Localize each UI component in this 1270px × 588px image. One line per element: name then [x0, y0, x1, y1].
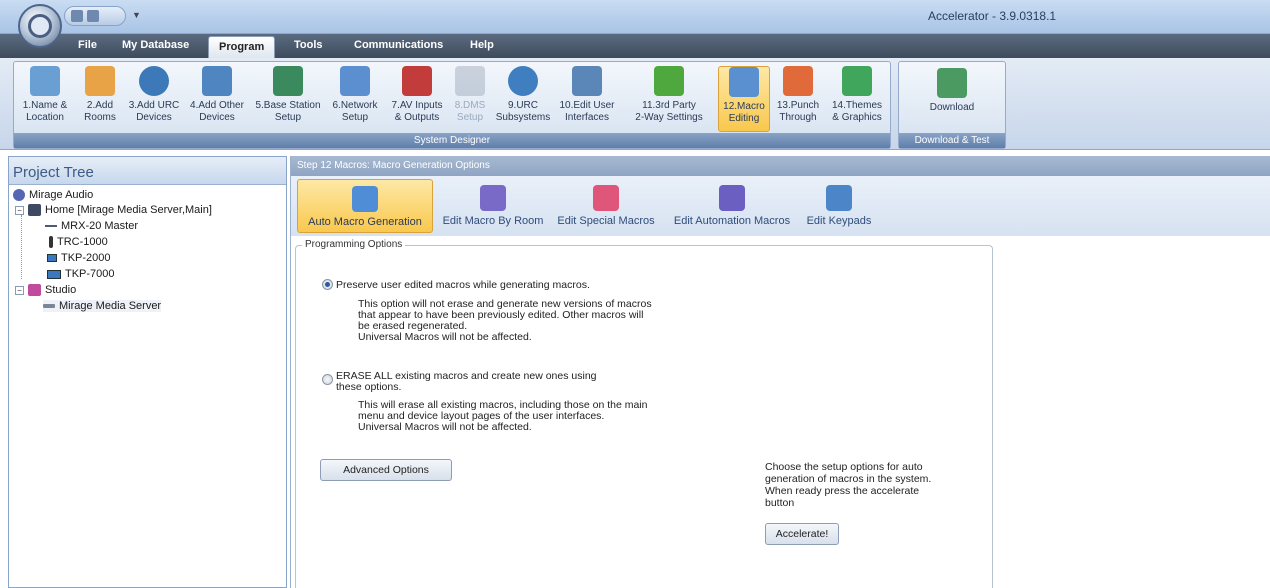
add-other-devices-button[interactable]: 4.Add Other Devices — [182, 66, 252, 132]
erase-all-label-line2[interactable]: these options. — [336, 382, 401, 393]
quick-access-toolbar[interactable] — [64, 6, 126, 26]
tab-tools[interactable]: Tools — [294, 39, 323, 51]
collapse-icon[interactable]: − — [15, 285, 24, 295]
tree-item-mirage-media-server[interactable]: Mirage Media Server — [43, 300, 162, 312]
room-icon — [28, 284, 41, 296]
project-tree-title: Project Tree — [9, 157, 286, 185]
tab-communications[interactable]: Communications — [354, 39, 443, 51]
tab-edit-automation-macros[interactable]: Edit Automation Macros — [663, 179, 801, 233]
urc-subsystems-button[interactable]: 9.URC Subsystems — [492, 66, 554, 132]
preserve-macros-radio[interactable] — [322, 279, 333, 290]
undo-icon[interactable] — [87, 10, 99, 22]
tree-item-mirage-audio[interactable]: Mirage Audio — [13, 189, 93, 201]
advanced-options-button[interactable]: Advanced Options — [320, 459, 452, 481]
ribbon: 1.Name & Location 2.Add Rooms 3.Add URC Dev… — [0, 58, 1270, 150]
save-icon[interactable] — [71, 10, 83, 22]
edit-user-interfaces-button[interactable]: 10.Edit User Interfaces — [554, 66, 620, 132]
accelerate-button[interactable]: Accelerate! — [765, 523, 839, 545]
erase-desc-line3: Universal Macros will not be affected. — [358, 421, 532, 433]
tab-file[interactable]: File — [78, 39, 97, 51]
add-rooms-button[interactable]: 2.Add Rooms — [74, 66, 126, 132]
collapse-icon[interactable]: − — [15, 205, 24, 215]
programming-options-group: Programming Options Preserve user edited… — [295, 239, 993, 588]
help-text-line1: Choose the setup options for auto — [765, 461, 923, 473]
tree-item-home[interactable]: − Home [Mirage Media Server,Main] — [15, 204, 212, 216]
add-urc-devices-button[interactable]: 3.Add URC Devices — [126, 66, 182, 132]
controller-icon — [45, 225, 57, 227]
app-logo-icon — [28, 14, 52, 38]
tab-my-database[interactable]: My Database — [122, 39, 189, 51]
download-test-group: Download Download & Test — [898, 61, 1006, 149]
punch-through-button[interactable]: 13.Punch Through — [770, 66, 826, 132]
touchpanel-icon — [47, 254, 57, 262]
programming-options-legend: Programming Options — [302, 239, 406, 250]
av-inputs-outputs-button[interactable]: 7.AV Inputs & Outputs — [386, 66, 448, 132]
themes-icon — [842, 66, 872, 96]
themes-graphics-button[interactable]: 14.Themes & Graphics — [826, 66, 888, 132]
chevron-down-icon[interactable]: ▼ — [132, 10, 141, 20]
keypad-icon — [826, 185, 852, 211]
name-location-icon — [30, 66, 60, 96]
user-interface-icon — [572, 66, 602, 96]
erase-all-radio[interactable] — [322, 374, 333, 385]
tab-program[interactable]: Program — [208, 36, 276, 58]
download-button[interactable]: Download — [913, 68, 991, 134]
room-icon — [28, 204, 41, 216]
preserve-macros-label[interactable]: Preserve user edited macros while genera… — [336, 280, 590, 291]
special-macros-icon — [593, 185, 619, 211]
tab-auto-macro-generation[interactable]: Auto Macro Generation — [297, 179, 433, 233]
third-party-settings-button[interactable]: 11.3rd Party 2-Way Settings — [620, 66, 718, 132]
tab-edit-macro-by-room[interactable]: Edit Macro By Room — [437, 179, 549, 233]
macro-editing-button[interactable]: 12.Macro Editing — [718, 66, 770, 132]
menu-tabs: File My Database Program Tools Communica… — [0, 34, 1270, 58]
download-test-label: Download & Test — [899, 133, 1005, 148]
download-icon — [937, 68, 967, 98]
macro-editing-icon — [729, 67, 759, 97]
tree-line — [21, 215, 22, 279]
av-cables-icon — [402, 66, 432, 96]
room-macro-icon — [480, 185, 506, 211]
tree-item-studio[interactable]: − Studio — [15, 284, 76, 296]
dms-setup-button[interactable]: 8.DMS Setup — [448, 66, 492, 132]
help-text-line3: When ready press the accelerate — [765, 485, 920, 497]
automation-icon — [719, 185, 745, 211]
system-designer-group: 1.Name & Location 2.Add Rooms 3.Add URC Dev… — [13, 61, 891, 149]
help-text-line4: button — [765, 497, 795, 509]
auto-macro-icon — [352, 186, 378, 212]
network-setup-button[interactable]: 6.Network Setup — [324, 66, 386, 132]
base-station-setup-button[interactable]: 5.Base Station Setup — [252, 66, 324, 132]
tab-edit-keypads[interactable]: Edit Keypads — [803, 179, 875, 233]
punch-through-icon — [783, 66, 813, 96]
macro-subtabs: Auto Macro Generation Edit Macro By Room… — [291, 176, 1270, 236]
two-way-arrows-icon — [654, 66, 684, 96]
help-text-line2: generation of macros in the system. — [765, 473, 932, 485]
window-title: Accelerator - 3.9.0318.1 — [928, 9, 1057, 23]
main-panel: Step 12 Macros: Macro Generation Options… — [290, 156, 1270, 588]
name-location-button[interactable]: 1.Name & Location — [16, 66, 74, 132]
step-header: Step 12 Macros: Macro Generation Options — [291, 156, 1270, 176]
globe-icon — [13, 189, 25, 201]
other-devices-icon — [202, 66, 232, 96]
house-icon — [85, 66, 115, 96]
app-menu-button[interactable] — [18, 4, 62, 48]
tree-item-trc-1000[interactable]: TRC-1000 — [49, 236, 108, 248]
tree-item-mrx-20[interactable]: MRX-20 Master — [45, 220, 138, 232]
project-tree-panel: Project Tree Mirage Audio − Home [Mirage… — [8, 156, 287, 588]
urc-device-icon — [139, 66, 169, 96]
tab-help[interactable]: Help — [470, 39, 494, 51]
remote-icon — [49, 236, 53, 248]
title-bar: ▼ Accelerator - 3.9.0318.1 — [0, 0, 1270, 34]
system-designer-label: System Designer — [14, 133, 890, 148]
server-icon — [43, 304, 55, 308]
base-station-icon — [273, 66, 303, 96]
dms-icon — [455, 66, 485, 96]
tree-item-tkp-2000[interactable]: TKP-2000 — [47, 252, 111, 264]
tab-edit-special-macros[interactable]: Edit Special Macros — [553, 179, 659, 233]
preserve-desc-line4: Universal Macros will not be affected. — [358, 331, 532, 343]
touchpanel-icon — [47, 269, 61, 279]
tree-item-tkp-7000[interactable]: TKP-7000 — [47, 268, 115, 280]
subsystems-icon — [508, 66, 538, 96]
network-icon — [340, 66, 370, 96]
